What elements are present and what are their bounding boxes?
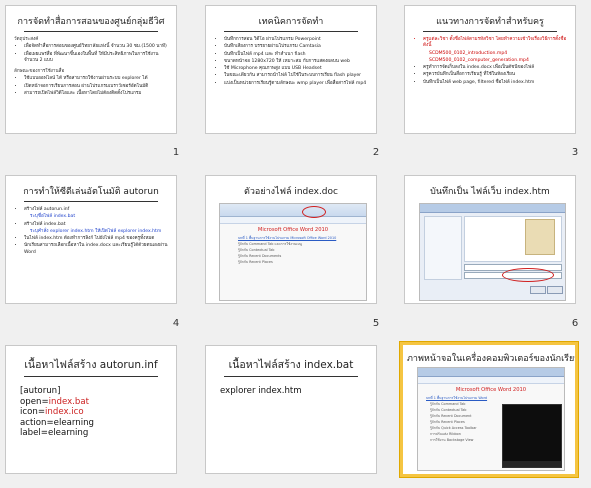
slide-body: สร้างไฟล์ autorun.inf ระบุชื่อไฟล์ index… bbox=[6, 207, 176, 256]
section-heading: วัตถุประสงค์ bbox=[14, 37, 39, 42]
slide-number: 5 bbox=[372, 318, 380, 329]
code-line: icon=index.ico bbox=[20, 407, 162, 418]
folder-tree bbox=[424, 216, 462, 280]
file-list bbox=[464, 216, 562, 262]
bullet-item: เพื่อเผยแพร่สื่อ ที่พัฒนาขึ้นเองในพื้นที… bbox=[24, 52, 168, 65]
code-line: explorer index.htm bbox=[220, 386, 302, 396]
slide-thumbnail-9[interactable]: ภาพหน้าจอในเครื่องคอมพิวเตอร์ของนักเรียน… bbox=[400, 342, 578, 477]
sub-bullet-item: ระบุคำสั่ง explorer index.htm ให้เปิดไฟล… bbox=[30, 228, 162, 234]
code-line: label=elearning bbox=[20, 428, 89, 439]
bullet-item: ใช้แบบออฟไลน์ ได้ หรือสามารถใช้งานผ่านระ… bbox=[24, 76, 168, 82]
slide-thumbnail-7[interactable]: เนื้อหาไฟล์สร้าง autorun.inf [autorun] o… bbox=[5, 345, 177, 474]
save-button bbox=[530, 286, 546, 294]
video-player bbox=[502, 404, 562, 468]
code-line: action=elearning bbox=[20, 417, 94, 428]
code-block: [autorun] open=index.bat icon=index.ico … bbox=[6, 382, 176, 443]
slide-number: 6 bbox=[571, 318, 579, 329]
slide-body: บันทึกการสอน วิดีโอ ผ่านโปรแกรม Powerpoi… bbox=[206, 37, 376, 87]
slide-number: 1 bbox=[172, 147, 180, 158]
bullet-item: บันทึกการสอน วิดีโอ ผ่านโปรแกรม Powerpoi… bbox=[224, 37, 368, 43]
cancel-button bbox=[547, 286, 563, 294]
word-screenshot: Microsoft Office Word 2010 บทที่ 1 พื้นฐ… bbox=[219, 203, 367, 301]
title-divider bbox=[224, 31, 358, 32]
sub-bullet-item: ระบุชื่อไฟล์ index.bat bbox=[30, 214, 76, 220]
title-divider bbox=[224, 376, 358, 377]
bullet-item: ขนาดหน้าจอ 1280x720 ให้ เหมาะสม กับการแส… bbox=[224, 59, 368, 65]
slide-title: บันทึกเป็น ไฟล์เว็บ index.htm bbox=[430, 187, 550, 197]
bullet-item: บันทึกเป็นไฟล์ web page, filtered ชื่อไฟ… bbox=[423, 80, 567, 86]
code-key: open= bbox=[20, 396, 49, 407]
title-divider bbox=[423, 31, 557, 32]
bullet-item: ครูแต่ละวิชา ตั้งชื่อไฟล์ตามรหัสวิชา โดย… bbox=[423, 37, 567, 50]
document-heading: Microsoft Office Word 2010 bbox=[455, 387, 527, 393]
slide-title: การทำให้ซีดีเล่นอัตโนมัติ autorun bbox=[23, 187, 159, 197]
bullet-item: นักเรียนสามารถเลือกเนื้อหาใน index.docx … bbox=[24, 243, 168, 256]
section-heading: ลักษณะของการใช้งานสื่อ bbox=[14, 69, 65, 75]
bullet-item: SCDM500_0102_introduction.mp4 bbox=[429, 50, 508, 56]
dialog-titlebar bbox=[420, 204, 565, 213]
bullet-item: สามารถเปิดไฟล์วิดีโอและ เนื้อหาโดยไม่ต้อ… bbox=[24, 91, 168, 97]
slide-thumbnail-8[interactable]: เนื้อหาไฟล์สร้าง index.bat explorer inde… bbox=[205, 345, 377, 474]
slide-title: เนื้อหาไฟล์สร้าง index.bat bbox=[228, 359, 354, 371]
bullet-item: ใช้ Microphone คุณภาพสูง แบบ USB Headset bbox=[224, 66, 368, 72]
bullet-item: SCDM500_0102_computer_generation.mp4 bbox=[429, 57, 529, 63]
slide-body: วัตถุประสงค์ เพื่อจัดทำสื่อการสอนของศูนย… bbox=[6, 37, 176, 97]
video-controls bbox=[503, 461, 561, 467]
slide-number: 4 bbox=[172, 318, 180, 329]
title-divider bbox=[24, 31, 158, 32]
title-divider bbox=[24, 201, 158, 202]
code-value: index.ico bbox=[45, 407, 84, 418]
bullet-item: เพื่อจัดทำสื่อการสอนของศูนย์วิทยาลัยแห่ง… bbox=[24, 44, 168, 50]
bullet-item: บันทึกเป็นไฟล์ mp4 และ ทำสำเนา flash bbox=[224, 52, 368, 58]
slide-title: ภาพหน้าจอในเครื่องคอมพิวเตอร์ของนักเรียน bbox=[407, 354, 578, 364]
document-heading: Microsoft Office Word 2010 bbox=[257, 227, 329, 233]
bullet-item: แบ่งเป็นหน่วยการเรียนรู้ตามลักษณะ wmp pl… bbox=[224, 81, 368, 87]
code-line: open=index.bat bbox=[20, 397, 162, 408]
folder-icon bbox=[525, 219, 555, 255]
slide-thumbnail-1[interactable]: การจัดทำสื่อการสอนของศูนย์กลุ่มธีวิศ วัต… bbox=[5, 5, 177, 134]
bullet-item: ครูทำการจัดเก็บลงใน index.docx เพื่อเป็น… bbox=[423, 65, 567, 71]
slide-number: 3 bbox=[571, 147, 579, 158]
slide-number: 2 bbox=[372, 147, 380, 158]
code-value: index.bat bbox=[48, 396, 89, 407]
ribbon-groups bbox=[220, 217, 366, 224]
slide-thumbnail-4[interactable]: การทำให้ซีดีเล่นอัตโนมัติ autorun สร้างไ… bbox=[5, 175, 177, 304]
bullet-item: ในไฟล์ index.htm ต้องทำการลิงก์ ไปยังไฟล… bbox=[24, 236, 168, 242]
highlight-circle bbox=[302, 206, 326, 218]
save-as-dialog-screenshot bbox=[419, 203, 566, 301]
bullet-item: บันทึกเสียงการ บรรยายผ่านโปรแกรม Camtasi… bbox=[224, 44, 368, 50]
bullet-item: เปิดหน้าจอการเรียนการสอน ผ่านโปรแกรมเบรา… bbox=[24, 84, 168, 90]
slide-title: ตัวอย่างไฟล์ index.doc bbox=[244, 187, 338, 197]
title-divider bbox=[24, 376, 158, 377]
slide-thumbnail-3[interactable]: แนวทางการจัดทำสำหรับครู ครูแต่ละวิชา ตั้… bbox=[404, 5, 576, 134]
browser-toolbar bbox=[418, 377, 564, 384]
bullet-item: สร้างไฟล์ index.bat bbox=[24, 222, 168, 228]
code-block: explorer index.htm bbox=[206, 382, 376, 401]
slide-body: ครูแต่ละวิชา ตั้งชื่อไฟล์ตามรหัสวิชา โดย… bbox=[405, 37, 575, 86]
ribbon-bar bbox=[220, 204, 366, 217]
slide-title: แนวทางการจัดทำสำหรับครู bbox=[436, 17, 544, 27]
slide-title: เทคนิคการจัดทำ bbox=[258, 17, 324, 27]
student-screen-screenshot: Microsoft Office Word 2010 บทที่ 1 พื้นฐ… bbox=[417, 367, 565, 471]
bullet-item: ในขณะเดียวกัน สามารถนำไฟล์ ไปใช้ในระบบกา… bbox=[224, 73, 368, 79]
browser-titlebar bbox=[418, 368, 564, 377]
slide-thumbnail-5[interactable]: ตัวอย่างไฟล์ index.doc Microsoft Office … bbox=[205, 175, 377, 304]
slide-thumbnail-2[interactable]: เทคนิคการจัดทำ บันทึกการสอน วิดีโอ ผ่านโ… bbox=[205, 5, 377, 134]
highlight-circle bbox=[502, 268, 554, 282]
slide-title: การจัดทำสื่อการสอนของศูนย์กลุ่มธีวิศ bbox=[17, 17, 165, 27]
bullet-item: ครูควรบันทึกเป็นสื่อการเรียนรู้ ที่ใช้ใน… bbox=[423, 72, 567, 78]
slide-thumbnail-6[interactable]: บันทึกเป็น ไฟล์เว็บ index.htm bbox=[404, 175, 576, 304]
code-line: [autorun] bbox=[20, 386, 61, 396]
slide-title: เนื้อหาไฟล์สร้าง autorun.inf bbox=[24, 359, 158, 371]
bullet-item: สร้างไฟล์ autorun.inf bbox=[24, 207, 168, 213]
code-key: icon= bbox=[20, 407, 46, 418]
toc-line: รู้จักกับ Recent Places bbox=[238, 260, 273, 264]
